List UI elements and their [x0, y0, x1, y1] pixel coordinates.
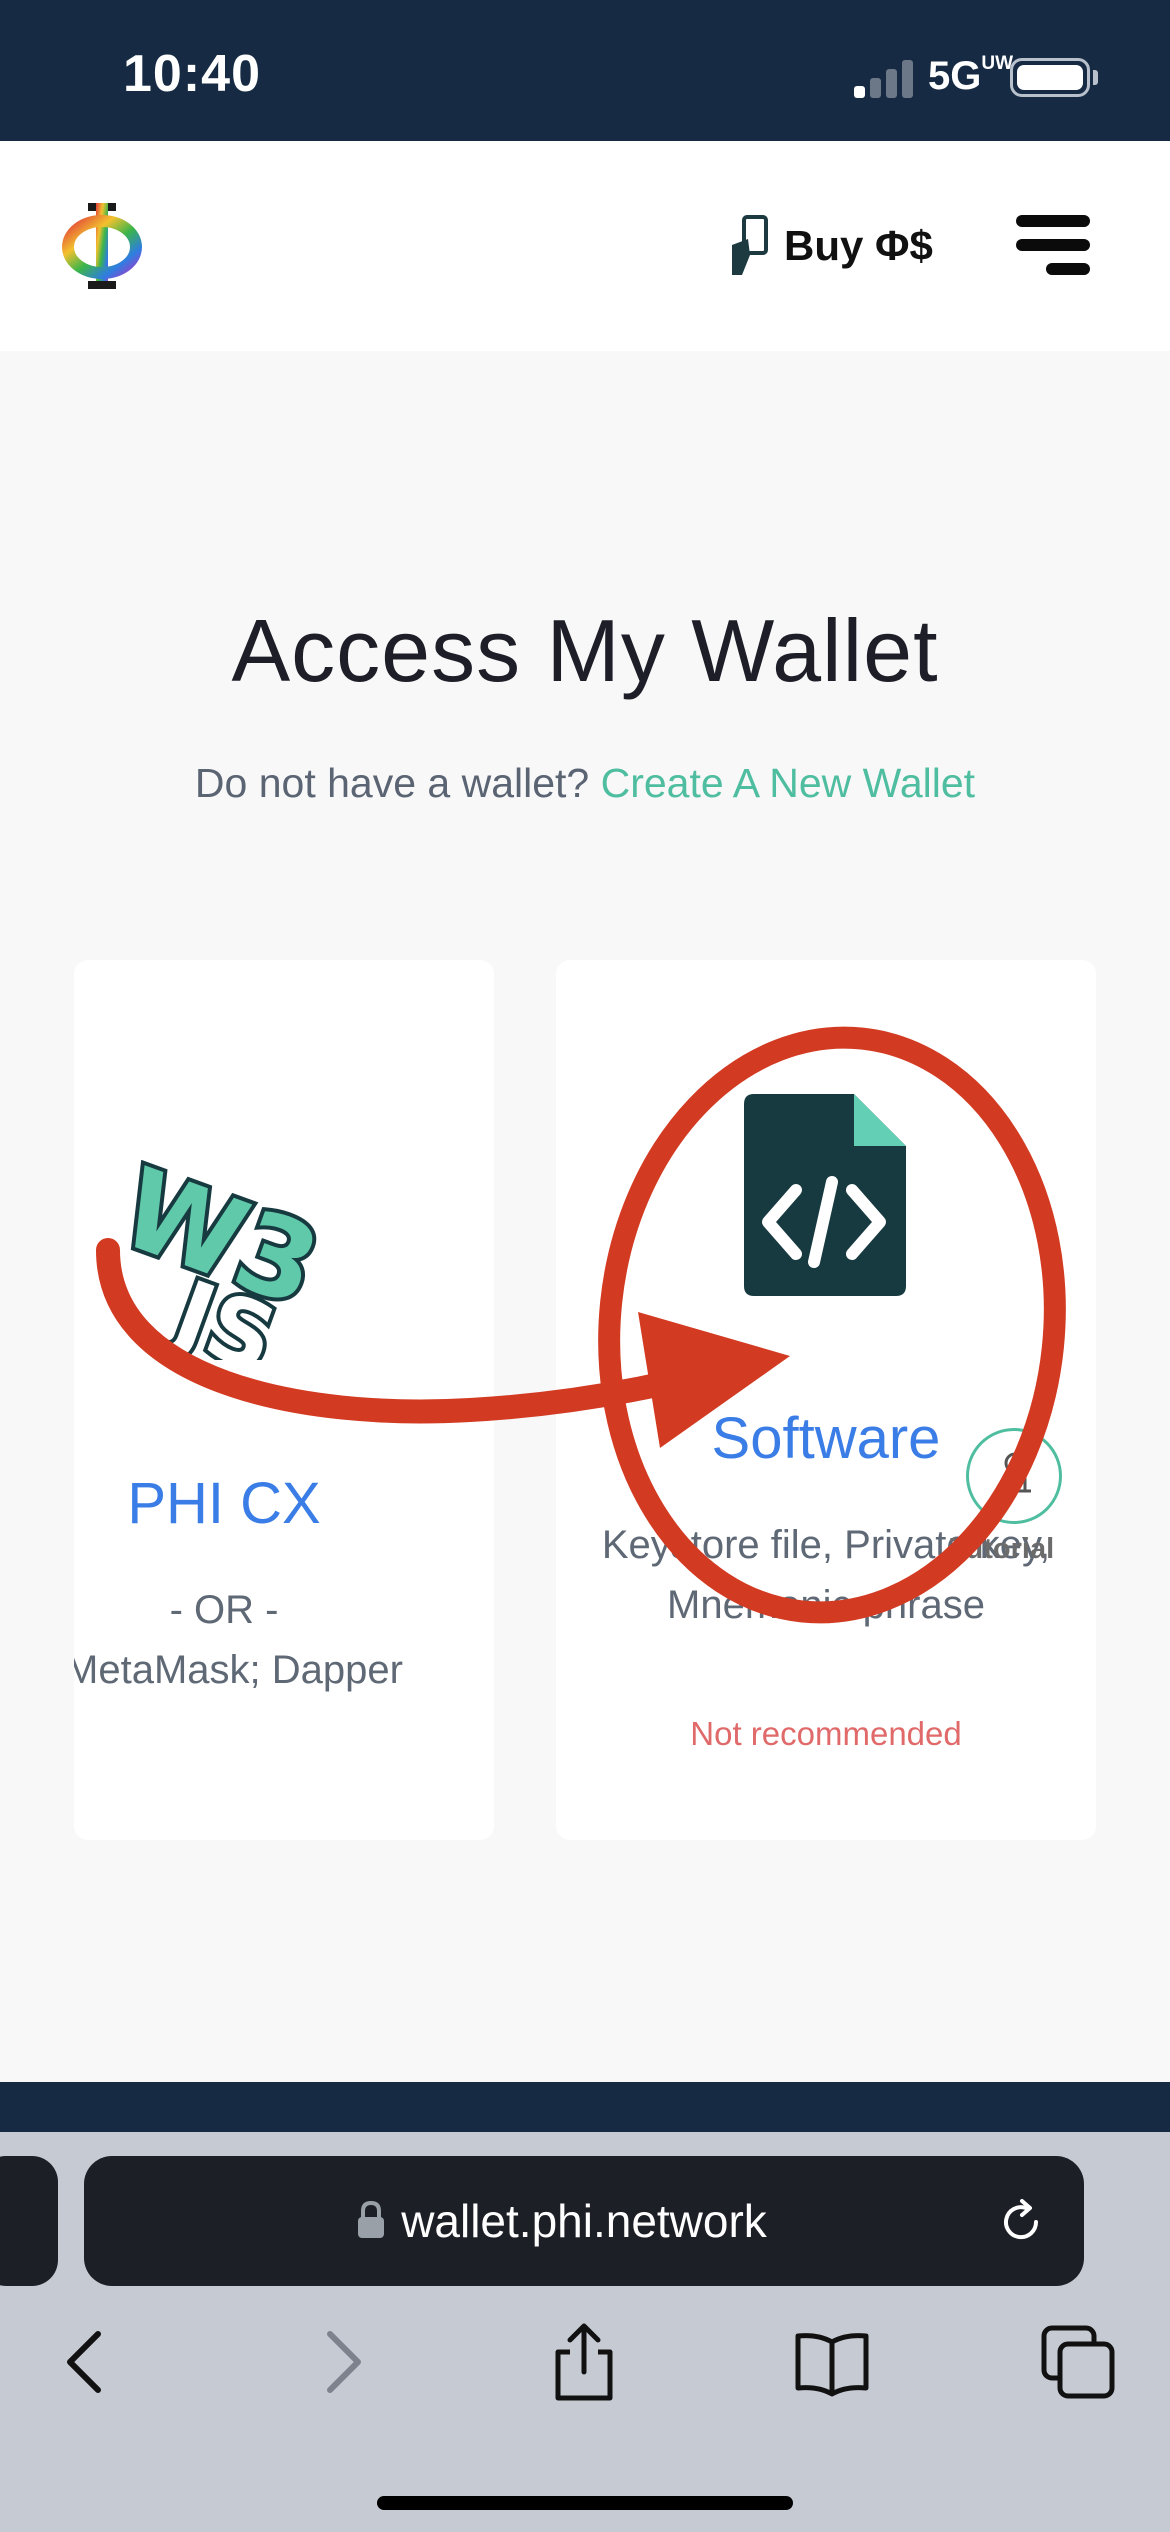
phi-cx-title: PHI CX [127, 1471, 321, 1536]
buy-phi-button[interactable]: Buy Φ$ [728, 211, 933, 281]
address-bar[interactable]: wallet.phi.network [84, 2156, 1084, 2286]
software-warning: Not recommended [690, 1715, 962, 1752]
tutorial-label: Tutorial [950, 1533, 1055, 1565]
network-sup: UW [981, 53, 1014, 74]
subtitle-text: Do not have a wallet? [194, 760, 601, 806]
phi-logo-icon[interactable] [60, 199, 144, 291]
teacher-icon [999, 1452, 1031, 1493]
url-text: wallet.phi.network [401, 2195, 767, 2247]
hamburger-menu-icon[interactable] [1012, 215, 1090, 277]
page-footer-band [0, 2082, 1170, 2132]
phi-cx-or: - OR - [169, 1588, 279, 1632]
browser-chrome: wallet.phi.network [0, 2132, 1170, 2532]
create-wallet-link[interactable]: Create A New Wallet [601, 760, 975, 806]
back-icon[interactable] [48, 2322, 128, 2402]
tutorial-button[interactable] [966, 1428, 1062, 1524]
network-label: 5GUW [928, 54, 1013, 99]
forward-icon[interactable] [300, 2322, 380, 2402]
previous-tab[interactable] [0, 2156, 58, 2286]
bookmarks-icon[interactable] [792, 2322, 872, 2402]
wallet-option-phi-cx[interactable]: W3 JS PHI CX - OR - MetaMask; Dapper [74, 960, 494, 1840]
buy-label: Buy Φ$ [784, 222, 933, 269]
page-title: Access My Wallet [231, 601, 939, 700]
battery-icon [1010, 58, 1090, 97]
nav-header: Buy Φ$ [0, 141, 1170, 351]
subtitle: Do not have a wallet? Create A New Walle… [0, 760, 1170, 807]
app-root: 10:40 5GUW Buy Φ$ Access My Wallet Do no… [0, 0, 1170, 2532]
home-indicator [377, 2496, 793, 2510]
card-hand-icon [732, 215, 768, 275]
phi-cx-description: MetaMask; Dapper [74, 1648, 403, 1692]
status-bar: 10:40 5GUW [0, 0, 1170, 141]
code-file-icon [744, 1094, 906, 1296]
reload-icon[interactable] [996, 2196, 1046, 2246]
wallet-option-software[interactable]: Software Keystore file, Private key, Mne… [556, 960, 1096, 1840]
signal-icon [854, 58, 914, 98]
status-time: 10:40 [123, 45, 261, 103]
network-text: 5G [928, 54, 982, 98]
tabs-icon[interactable] [1038, 2322, 1118, 2402]
battery-tip [1093, 70, 1098, 85]
w3js-icon: W3 JS [104, 1160, 339, 1360]
share-icon[interactable] [544, 2322, 624, 2402]
